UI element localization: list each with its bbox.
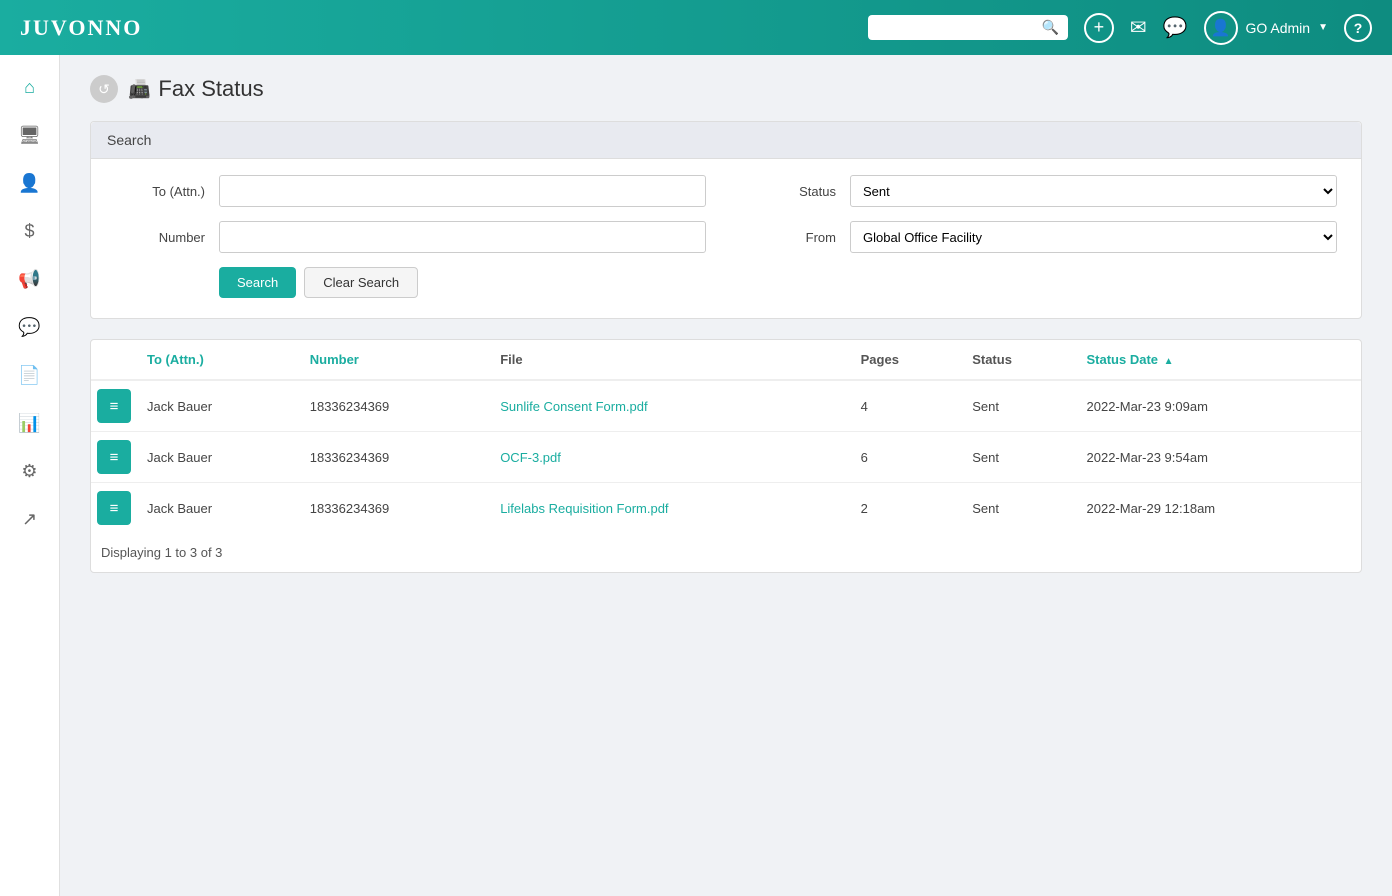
from-label: From [746,230,836,245]
search-form: To (Attn.) Status All Sent Failed Pendin… [115,175,1337,298]
row-number: 18336234369 [300,483,490,534]
sidebar-item-marketing[interactable]: 📢 [8,257,52,301]
table-row: ≡Jack Bauer18336234369 OCF-3.pdf 6Sent2022… [91,432,1361,483]
row-status: Sent [962,380,1076,432]
chat-button[interactable]: 💬 [1163,15,1188,40]
sidebar-item-export[interactable]: ↗ [8,497,52,541]
row-file: Lifelabs Requisition Form.pdf [490,483,850,534]
col-pages: Pages [851,340,963,380]
status-row: Status All Sent Failed Pending [746,175,1337,207]
row-action-cell: ≡ [91,380,137,432]
sort-arrow-icon: ▲ [1164,356,1174,367]
sidebar-item-monitor[interactable]: 🖥 [8,113,52,157]
displaying-text: Displaying 1 to 3 of 3 [91,533,1361,572]
row-status-date: 2022-Mar-23 9:54am [1077,432,1362,483]
to-attn-label: To (Attn.) [115,184,205,199]
avatar: 👤 [1204,11,1238,45]
col-to-attn[interactable]: To (Attn.) [137,340,300,380]
number-input[interactable] [219,221,706,253]
row-number: 18336234369 [300,432,490,483]
row-to-attn: Jack Bauer [137,432,300,483]
row-file: Sunlife Consent Form.pdf [490,380,850,432]
to-attn-input[interactable] [219,175,706,207]
row-number: 18336234369 [300,380,490,432]
col-icon [91,340,137,380]
file-link[interactable]: OCF-3.pdf [500,450,561,465]
search-button[interactable]: Search [219,267,296,298]
global-search[interactable]: 🔍 [868,15,1068,40]
row-action-icon[interactable]: ≡ [97,491,131,525]
row-action-cell: ≡ [91,483,137,534]
search-panel-header: Search [91,122,1361,159]
file-link[interactable]: Lifelabs Requisition Form.pdf [500,501,668,516]
results-table: To (Attn.) Number File Pages Status Stat… [91,340,1361,533]
number-label: Number [115,230,205,245]
row-pages: 6 [851,432,963,483]
add-circle-icon: + [1084,13,1114,43]
row-to-attn: Jack Bauer [137,380,300,432]
search-icon: 🔍 [1042,19,1059,36]
main-layout: ⌂ 🖥 👤 $ 📢 💬 📄 📊 ⚙ ↗ ↺ 📠 Fax Status Searc… [0,55,1392,896]
col-number[interactable]: Number [300,340,490,380]
row-status: Sent [962,432,1076,483]
row-status: Sent [962,483,1076,534]
row-to-attn: Jack Bauer [137,483,300,534]
row-status-date: 2022-Mar-23 9:09am [1077,380,1362,432]
clear-search-button[interactable]: Clear Search [304,267,418,298]
from-select[interactable]: Global Office Facility [850,221,1337,253]
row-action-cell: ≡ [91,432,137,483]
help-button[interactable]: ? [1344,14,1372,42]
sidebar-item-documents[interactable]: 📄 [8,353,52,397]
chevron-down-icon: ▼ [1318,22,1328,33]
user-menu[interactable]: 👤 GO Admin ▼ [1204,11,1329,45]
status-label: Status [746,184,836,199]
row-status-date: 2022-Mar-29 12:18am [1077,483,1362,534]
sidebar-item-user[interactable]: 👤 [8,161,52,205]
table-row: ≡Jack Bauer18336234369 Sunlife Consent Fo… [91,380,1361,432]
sidebar-item-billing[interactable]: $ [8,209,52,253]
search-panel: Search To (Attn.) Status All Sent Fai [90,121,1362,319]
logo: JUVONNO [20,15,142,41]
row-pages: 2 [851,483,963,534]
row-action-icon[interactable]: ≡ [97,440,131,474]
mail-button[interactable]: ✉ [1130,15,1147,40]
sidebar-item-settings[interactable]: ⚙ [8,449,52,493]
col-status-date[interactable]: Status Date ▲ [1077,340,1362,380]
fax-icon: 📠 [128,79,150,100]
table-header: To (Attn.) Number File Pages Status Stat… [91,340,1361,380]
page-title: 📠 Fax Status [128,76,264,102]
number-row: Number [115,221,706,253]
results-table-container: To (Attn.) Number File Pages Status Stat… [90,339,1362,573]
topnav: JUVONNO 🔍 + ✉ 💬 👤 GO Admin ▼ ? [0,0,1392,55]
sidebar-item-chat[interactable]: 💬 [8,305,52,349]
page-header: ↺ 📠 Fax Status [90,75,1362,103]
search-buttons: Search Clear Search [115,267,706,298]
user-label: GO Admin [1246,20,1311,36]
content-area: ↺ 📠 Fax Status Search To (Attn.) Status [60,55,1392,896]
back-button[interactable]: ↺ [90,75,118,103]
file-link[interactable]: Sunlife Consent Form.pdf [500,399,647,414]
col-status: Status [962,340,1076,380]
table-body: ≡Jack Bauer18336234369Sunlife Consent Fo… [91,380,1361,533]
row-action-icon[interactable]: ≡ [97,389,131,423]
col-file: File [490,340,850,380]
sidebar: ⌂ 🖥 👤 $ 📢 💬 📄 📊 ⚙ ↗ [0,55,60,896]
table-row: ≡Jack Bauer18336234369 Lifelabs Requisiti… [91,483,1361,534]
sidebar-item-reports[interactable]: 📊 [8,401,52,445]
row-file: OCF-3.pdf [490,432,850,483]
search-panel-body: To (Attn.) Status All Sent Failed Pendin… [91,159,1361,318]
sidebar-item-home[interactable]: ⌂ [8,65,52,109]
to-attn-row: To (Attn.) [115,175,706,207]
row-pages: 4 [851,380,963,432]
add-button[interactable]: + [1084,13,1114,43]
from-row: From Global Office Facility [746,221,1337,253]
global-search-input[interactable] [876,20,1036,35]
status-select[interactable]: All Sent Failed Pending [850,175,1337,207]
